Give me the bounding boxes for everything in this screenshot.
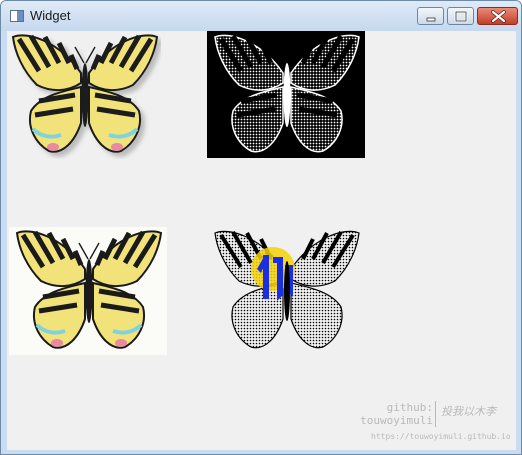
widget-window: Widget github: touwoyimuli 投我以木李 https:/… xyxy=(0,0,522,455)
watermark-divider xyxy=(435,401,436,427)
butterfly-image-dithered xyxy=(207,225,367,357)
minimize-icon xyxy=(426,17,436,22)
watermark-line1: github: xyxy=(386,401,433,414)
minimize-button[interactable] xyxy=(417,7,444,25)
watermark-signature: 投我以木李 xyxy=(441,405,496,418)
window-icon xyxy=(10,10,24,22)
title-bar[interactable]: Widget xyxy=(1,1,521,31)
watermark-github: github: touwoyimuli xyxy=(351,401,433,427)
butterfly-image-inverted xyxy=(207,31,365,158)
maximize-icon xyxy=(454,10,468,23)
watermark-line2: touwoyimuli xyxy=(360,414,433,427)
close-button[interactable] xyxy=(477,7,518,25)
window-title: Widget xyxy=(30,8,71,23)
widget-client-area xyxy=(7,31,516,450)
watermark-url: https://touwoyimuli.github.io xyxy=(371,432,511,441)
butterfly-image-original xyxy=(9,31,161,159)
watermark: github: touwoyimuli 投我以木李 https://touwoy… xyxy=(351,401,521,441)
butterfly-image-light-bg xyxy=(9,227,167,355)
maximize-button[interactable] xyxy=(447,7,474,25)
close-icon xyxy=(491,10,506,23)
